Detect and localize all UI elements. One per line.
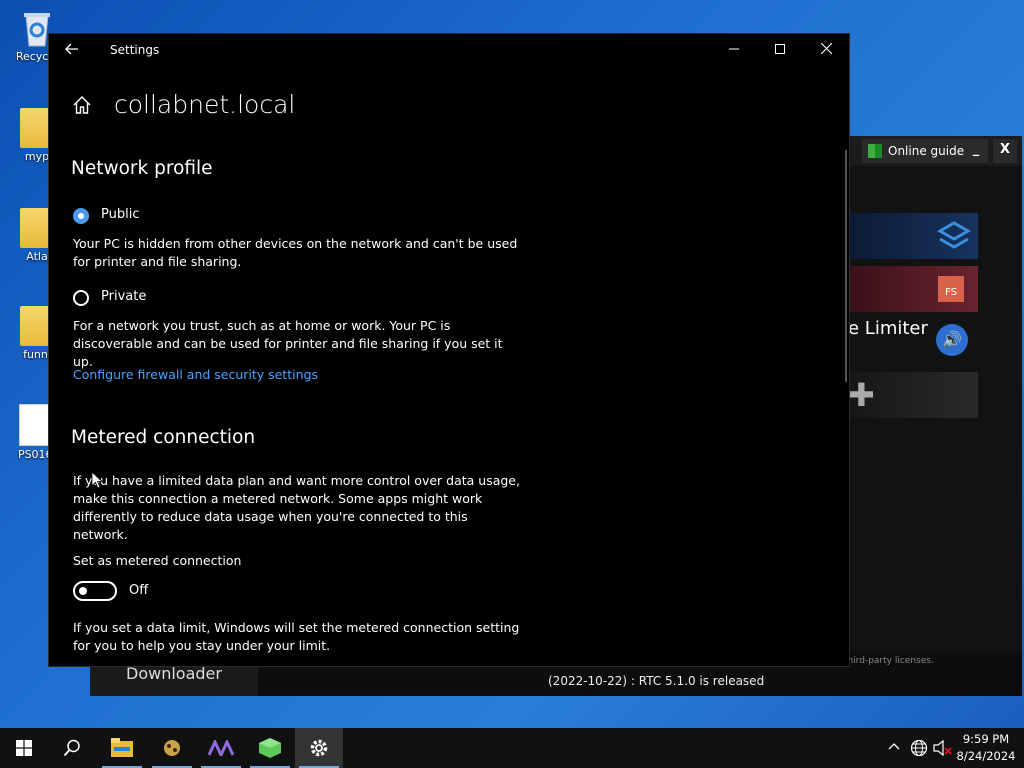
back-arrow-icon (65, 43, 78, 55)
search-button[interactable] (48, 728, 96, 768)
taskbar-settings[interactable] (295, 728, 343, 768)
online-guide-label: Online guide (888, 144, 965, 158)
volume-muted-icon (933, 739, 952, 757)
network-profile-heading: Network profile (71, 158, 213, 179)
clock-date: 8/24/2024 (956, 749, 1016, 763)
show-hidden-icons-button[interactable] (888, 740, 900, 755)
private-description: For a network you trust, such as at home… (73, 318, 503, 369)
background-app-minimize-button[interactable]: _ (964, 139, 988, 163)
news-text: (2022-10-22) : RTC 5.1.0 is released (548, 674, 765, 688)
fs-badge: FS (938, 276, 964, 302)
public-radio[interactable] (73, 208, 89, 224)
media-app-icon (208, 740, 234, 756)
metered-toggle-state: Off (129, 583, 149, 598)
search-icon (63, 739, 80, 757)
globe-icon (910, 739, 928, 757)
game-app-icon (259, 738, 281, 758)
close-icon (820, 42, 832, 55)
speaker-icon[interactable]: 🔊 (936, 324, 968, 356)
private-radio[interactable] (73, 290, 89, 306)
maximize-button[interactable] (757, 34, 803, 66)
data-limit-note: If you set a data limit, Windows will se… (73, 620, 520, 653)
public-radio-label: Public (101, 207, 140, 222)
volume-tray-button[interactable] (933, 739, 953, 761)
limiter-label: e Limiter (848, 318, 928, 339)
metered-description: If you have a limited data plan and want… (73, 473, 520, 542)
settings-icon (310, 739, 328, 757)
firewall-settings-link[interactable]: Configure firewall and security settings (73, 367, 318, 382)
minimize-button[interactable] (711, 34, 757, 66)
taskbar: 9:59 PM 8/24/2024 (0, 728, 1024, 768)
file-explorer-icon (111, 738, 133, 757)
taskbar-clock[interactable]: 9:59 PM 8/24/2024 (955, 731, 1017, 765)
online-guide-button[interactable]: Online guide (862, 139, 973, 163)
guide-icon (868, 144, 882, 158)
background-app-close-button[interactable]: X (993, 139, 1017, 163)
metered-toggle[interactable] (73, 581, 117, 601)
public-description: Your PC is hidden from other devices on … (73, 236, 518, 269)
desktop-icon-label: funni (23, 348, 51, 361)
start-icon (16, 740, 32, 756)
settings-window: Settings collabnet.local Network profile… (48, 33, 850, 667)
maximize-icon (775, 44, 785, 54)
scrollbar[interactable] (845, 150, 847, 382)
chevron-up-icon (888, 743, 900, 750)
window-title: Settings (110, 43, 160, 57)
feature-tile-2[interactable]: FS (848, 266, 978, 312)
desktop-icon-label: Atla (26, 250, 48, 263)
metered-connection-heading: Metered connection (71, 427, 256, 448)
close-button[interactable] (803, 34, 849, 66)
home-icon[interactable] (72, 95, 94, 117)
logo-icon (936, 221, 972, 249)
private-radio-label: Private (101, 289, 147, 304)
plus-icon: ✚ (848, 376, 875, 414)
settings-titlebar: Settings (49, 34, 849, 66)
minimize-icon (729, 48, 739, 50)
page-title: collabnet.local (114, 90, 296, 119)
taskbar-app[interactable] (148, 728, 196, 768)
clock-time: 9:59 PM (962, 732, 1010, 746)
start-button[interactable] (0, 728, 48, 768)
feature-tile-add[interactable]: ✚ (848, 372, 978, 418)
app-icon (164, 740, 180, 756)
taskbar-game-app[interactable] (246, 728, 294, 768)
taskbar-media-app[interactable] (197, 728, 245, 768)
taskbar-file-explorer[interactable] (98, 728, 146, 768)
mouse-cursor-icon (91, 471, 103, 489)
network-tray-button[interactable] (910, 739, 928, 761)
desktop-icon-label: myp (24, 150, 50, 163)
back-button[interactable] (61, 40, 83, 60)
metered-toggle-label: Set as metered connection (73, 553, 242, 568)
feature-tile-1[interactable] (848, 213, 978, 259)
